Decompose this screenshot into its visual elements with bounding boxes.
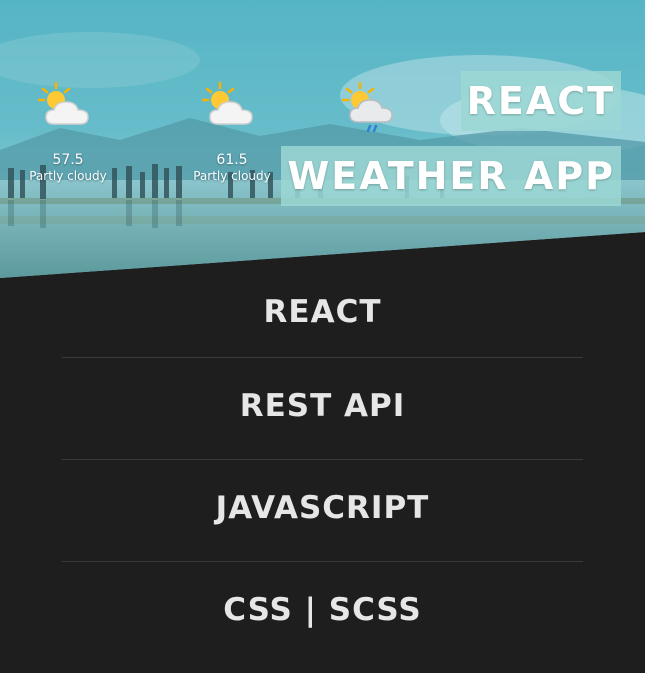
tech-label: REST API bbox=[239, 388, 406, 424]
list-item: REST API bbox=[0, 358, 645, 459]
tech-stack-list: REACT REST API JAVASCRIPT CSS | SCSS bbox=[0, 283, 645, 628]
forecast-temperature: 57.5 bbox=[52, 152, 84, 168]
project-page: 57.5 Partly cloudy 61.5 Partly cloudy RE… bbox=[0, 0, 645, 673]
app-title-line-2: WEATHER APP bbox=[281, 146, 621, 206]
hero-image: 57.5 Partly cloudy 61.5 Partly cloudy RE… bbox=[0, 0, 645, 290]
forecast-card: 61.5 Partly cloudy bbox=[177, 80, 287, 184]
partly-cloudy-rain-icon bbox=[341, 81, 393, 132]
list-item: JAVASCRIPT bbox=[0, 460, 645, 561]
forecast-card: 57.5 Partly cloudy bbox=[13, 80, 123, 184]
forecast-condition: Partly cloudy bbox=[193, 169, 271, 183]
tech-label: CSS | SCSS bbox=[223, 592, 422, 628]
forecast-temperature: 61.5 bbox=[216, 152, 248, 168]
list-item: CSS | SCSS bbox=[0, 562, 645, 663]
partly-cloudy-icon bbox=[201, 81, 253, 125]
tech-label: REACT bbox=[263, 294, 382, 330]
forecast-condition: Partly cloudy bbox=[29, 169, 107, 183]
partly-cloudy-icon bbox=[37, 81, 89, 125]
app-title-line-1: REACT bbox=[460, 71, 621, 131]
list-item: REACT bbox=[0, 283, 645, 357]
tech-label: JAVASCRIPT bbox=[215, 490, 430, 526]
